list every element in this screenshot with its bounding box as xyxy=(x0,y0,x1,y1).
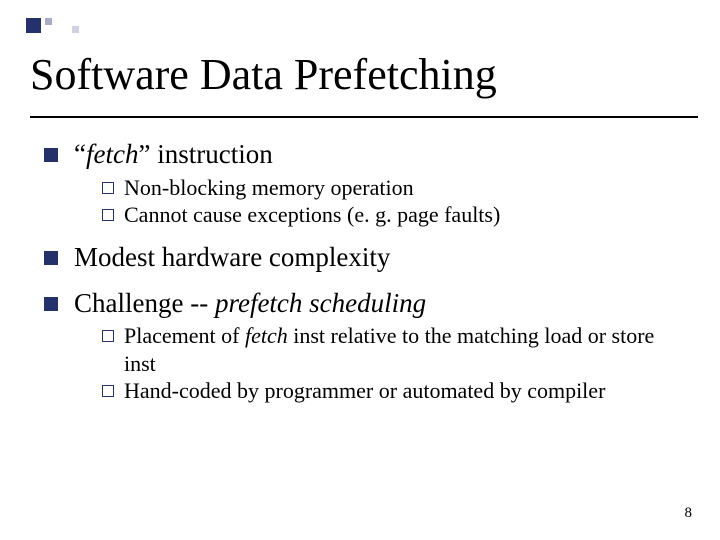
slide: Software Data Prefetching “fetch” instru… xyxy=(0,0,720,540)
deco-square-small-a xyxy=(45,18,52,25)
page-number: 8 xyxy=(685,505,693,522)
text-pre: “ xyxy=(74,139,86,169)
text-keyword: fetch xyxy=(245,323,288,348)
corner-decoration xyxy=(26,18,84,34)
bullet-text: Modest hardware complexity xyxy=(74,241,390,275)
bullet-square-icon xyxy=(44,251,58,265)
bullet-fetch-instruction: “fetch” instruction xyxy=(44,138,684,172)
deco-square-large xyxy=(26,18,41,33)
bullet-hollow-icon xyxy=(102,385,114,397)
bullet-text: Challenge -- prefetch scheduling xyxy=(74,287,426,321)
text-post: ” instruction xyxy=(138,139,272,169)
sub-bullet-text: Cannot cause exceptions (e. g. page faul… xyxy=(124,201,500,229)
bullet-square-icon xyxy=(44,297,58,311)
bullet-challenge: Challenge -- prefetch scheduling xyxy=(44,287,684,321)
bullet-hollow-icon xyxy=(102,182,114,194)
bullet-hollow-icon xyxy=(102,330,114,342)
slide-body: “fetch” instruction Non-blocking memory … xyxy=(44,138,684,405)
bullet-text: “fetch” instruction xyxy=(74,138,273,172)
text-keyword: prefetch scheduling xyxy=(215,288,426,318)
sub-bullet-text: Placement of fetch inst relative to the … xyxy=(124,322,684,377)
sub-bullet-text: Hand-coded by programmer or automated by… xyxy=(124,377,605,405)
title-underline xyxy=(30,116,698,118)
text-keyword: fetch xyxy=(86,139,138,169)
sub-bullet-text: Non-blocking memory operation xyxy=(124,174,414,202)
sub-bullet-exceptions: Cannot cause exceptions (e. g. page faul… xyxy=(102,201,684,229)
sub-bullet-handcoded: Hand-coded by programmer or automated by… xyxy=(102,377,684,405)
slide-title: Software Data Prefetching xyxy=(30,52,690,98)
text-a: Placement of xyxy=(124,323,245,348)
sub-bullets: Non-blocking memory operation Cannot cau… xyxy=(102,174,684,229)
bullet-hollow-icon xyxy=(102,209,114,221)
bullet-hardware-complexity: Modest hardware complexity xyxy=(44,241,684,275)
sub-bullets: Placement of fetch inst relative to the … xyxy=(102,322,684,405)
deco-square-small-b xyxy=(72,26,79,33)
text-pre: Challenge -- xyxy=(74,288,215,318)
sub-bullet-nonblocking: Non-blocking memory operation xyxy=(102,174,684,202)
bullet-square-icon xyxy=(44,148,58,162)
sub-bullet-placement: Placement of fetch inst relative to the … xyxy=(102,322,684,377)
